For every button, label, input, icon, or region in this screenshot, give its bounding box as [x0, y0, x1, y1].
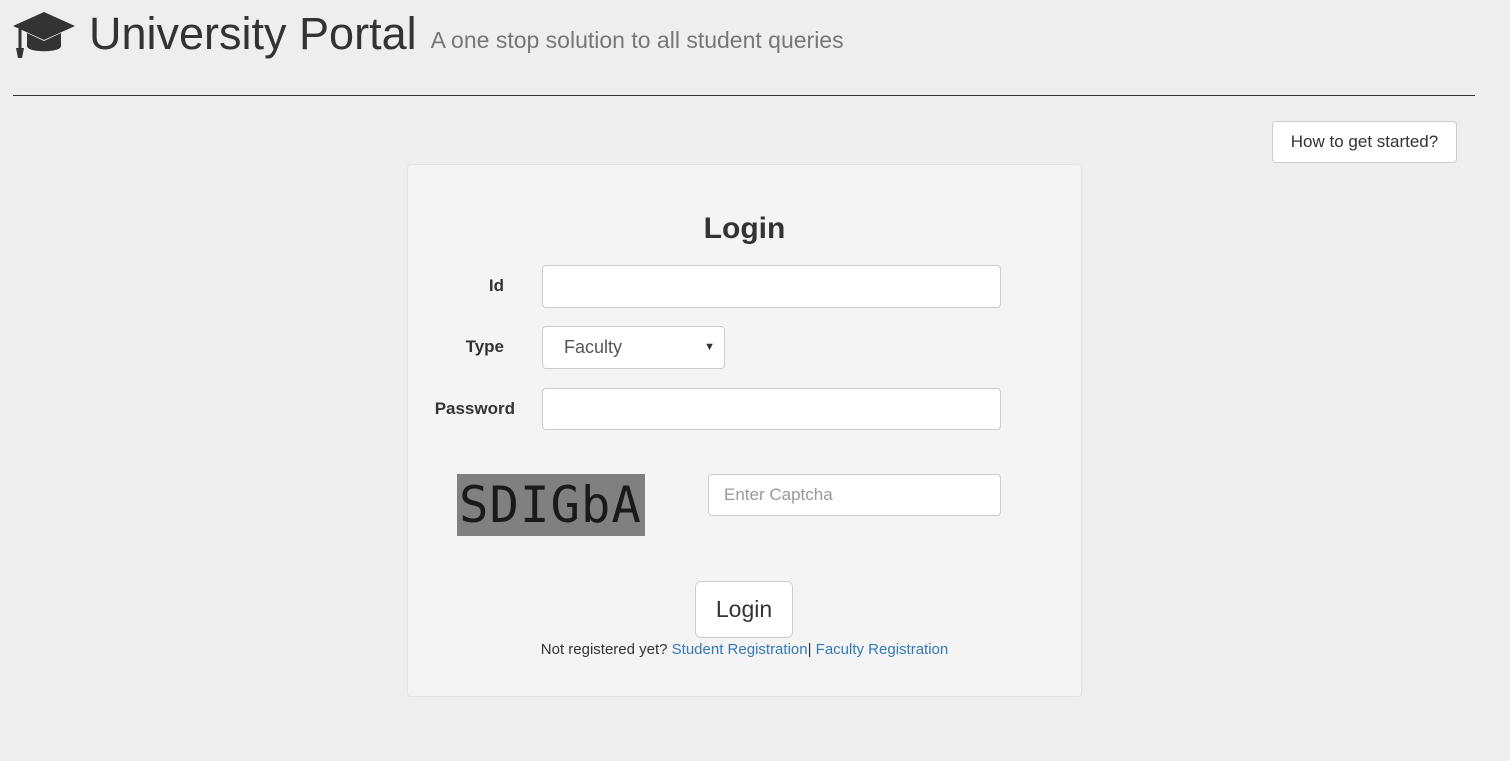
- header-divider: [13, 95, 1475, 96]
- login-button[interactable]: Login: [695, 581, 793, 638]
- password-input[interactable]: [542, 388, 1001, 430]
- type-select-value: Faculty: [564, 337, 623, 357]
- app-title: University Portal: [89, 8, 417, 59]
- faculty-registration-link[interactable]: Faculty Registration: [816, 641, 949, 658]
- how-to-get-started-button[interactable]: How to get started?: [1272, 121, 1457, 163]
- password-label: Password: [434, 399, 515, 418]
- captcha-text: SDIGbA: [459, 476, 642, 534]
- not-registered-text: Not registered yet?: [540, 641, 668, 658]
- student-registration-link[interactable]: Student Registration: [672, 641, 808, 658]
- type-label: Type: [465, 337, 504, 356]
- id-input[interactable]: [542, 265, 1001, 308]
- graduation-cap-icon: [13, 12, 75, 58]
- captcha-input[interactable]: [708, 474, 1001, 516]
- app-subtitle: A one stop solution to all student queri…: [430, 27, 844, 53]
- login-panel: Login Id Type Faculty ▼ Password SDIGbA …: [407, 164, 1082, 697]
- captcha-image: SDIGbA: [457, 474, 645, 536]
- site-header: University Portal A one stop solution to…: [13, 8, 844, 60]
- registration-links: Not registered yet? Student Registration…: [408, 641, 1081, 658]
- link-separator: |: [807, 641, 812, 658]
- chevron-down-icon: ▼: [704, 341, 715, 353]
- type-select[interactable]: Faculty ▼: [542, 326, 725, 369]
- login-title: Login: [703, 212, 786, 245]
- id-label: Id: [488, 276, 504, 295]
